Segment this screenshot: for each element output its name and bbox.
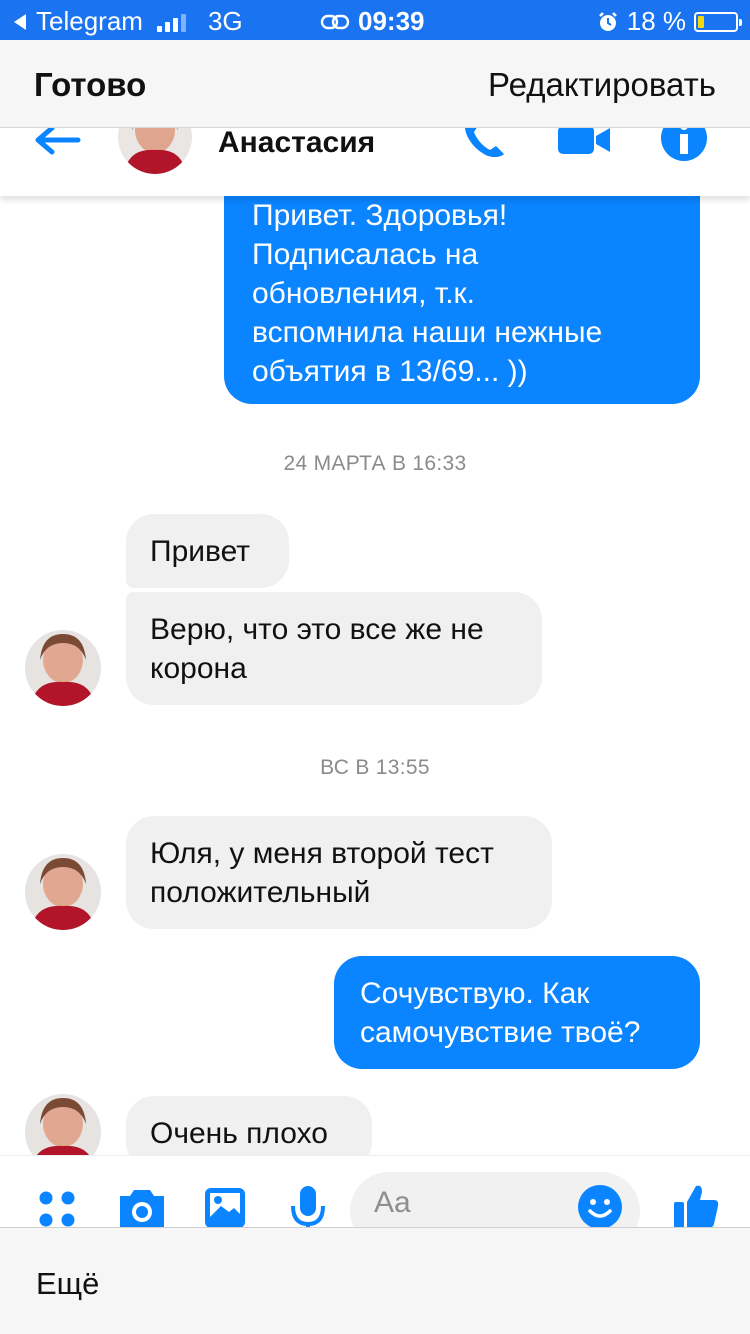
edit-button[interactable]: Редактировать — [488, 66, 716, 104]
contact-avatar[interactable] — [118, 128, 192, 174]
navigation-bar: Готово Редактировать — [0, 40, 750, 128]
message-line: Верю, что это все же не — [150, 613, 484, 646]
video-camera-icon[interactable] — [558, 128, 612, 158]
more-button[interactable]: Ещё — [36, 1266, 99, 1302]
message-line: обновления, т.к. — [252, 277, 476, 310]
emoji-icon[interactable] — [577, 1184, 623, 1227]
message-line: положительный — [150, 876, 371, 909]
message-incoming[interactable]: Юля, у меня второй тест положительный — [126, 816, 552, 929]
message-line: Юля, у меня второй тест — [150, 837, 494, 870]
thumbs-up-icon[interactable] — [672, 1182, 720, 1227]
message-line: самочувствие твоё? — [360, 1016, 641, 1049]
network-label: 3G — [207, 6, 243, 36]
signal-icon — [156, 12, 186, 32]
info-icon[interactable] — [660, 128, 708, 162]
contact-avatar[interactable] — [25, 630, 101, 706]
done-button[interactable]: Готово — [34, 66, 146, 104]
message-composer — [0, 1155, 750, 1227]
back-triangle-icon — [14, 13, 26, 30]
link-icon — [320, 14, 350, 29]
phone-icon[interactable] — [460, 128, 510, 160]
battery-percent: 18 % — [626, 6, 686, 36]
battery-icon — [694, 11, 742, 32]
timestamp: ВС В 13:55 — [320, 756, 430, 779]
clock: 09:39 — [358, 6, 425, 36]
alarm-icon — [598, 11, 617, 31]
menu-dots-icon[interactable] — [38, 1190, 78, 1227]
message-line: корона — [150, 652, 247, 685]
message-text: Очень плохо — [150, 1117, 328, 1150]
microphone-icon[interactable] — [288, 1184, 328, 1227]
camera-icon[interactable] — [116, 1186, 168, 1227]
photo-icon[interactable] — [203, 1186, 247, 1227]
message-line: вспомнила наши нежные — [252, 316, 603, 349]
message-text: Привет — [150, 535, 251, 568]
message-line: Привет. Здоровья! — [252, 199, 508, 232]
contact-avatar[interactable] — [25, 854, 101, 930]
chat-header: Анастасия — [0, 128, 750, 196]
status-bar: Telegram 3G 09:39 18 % — [0, 0, 750, 40]
back-arrow-icon[interactable] — [32, 128, 82, 164]
bottom-toolbar: Ещё — [0, 1227, 750, 1334]
battery-level — [698, 15, 704, 28]
message-line: Подписалась на — [252, 238, 479, 271]
message-incoming[interactable]: Привет — [126, 514, 289, 588]
message-input-field[interactable] — [374, 1186, 554, 1220]
back-app-label: Telegram — [36, 6, 143, 36]
message-outgoing[interactable]: Привет. Здоровья! Подписалась на обновле… — [224, 160, 700, 404]
timestamp: 24 МАРТА В 16:33 — [283, 452, 467, 475]
message-incoming[interactable]: Верю, что это все же не корона — [126, 592, 542, 705]
message-line: Сочувствую. Как — [360, 977, 590, 1010]
message-line: объятия в 13/69... )) — [252, 355, 528, 388]
message-outgoing[interactable]: Сочувствую. Как самочувствие твоё? — [334, 956, 700, 1069]
back-to-app[interactable]: Telegram 3G — [12, 6, 243, 37]
contact-name: Анастасия — [218, 128, 376, 159]
